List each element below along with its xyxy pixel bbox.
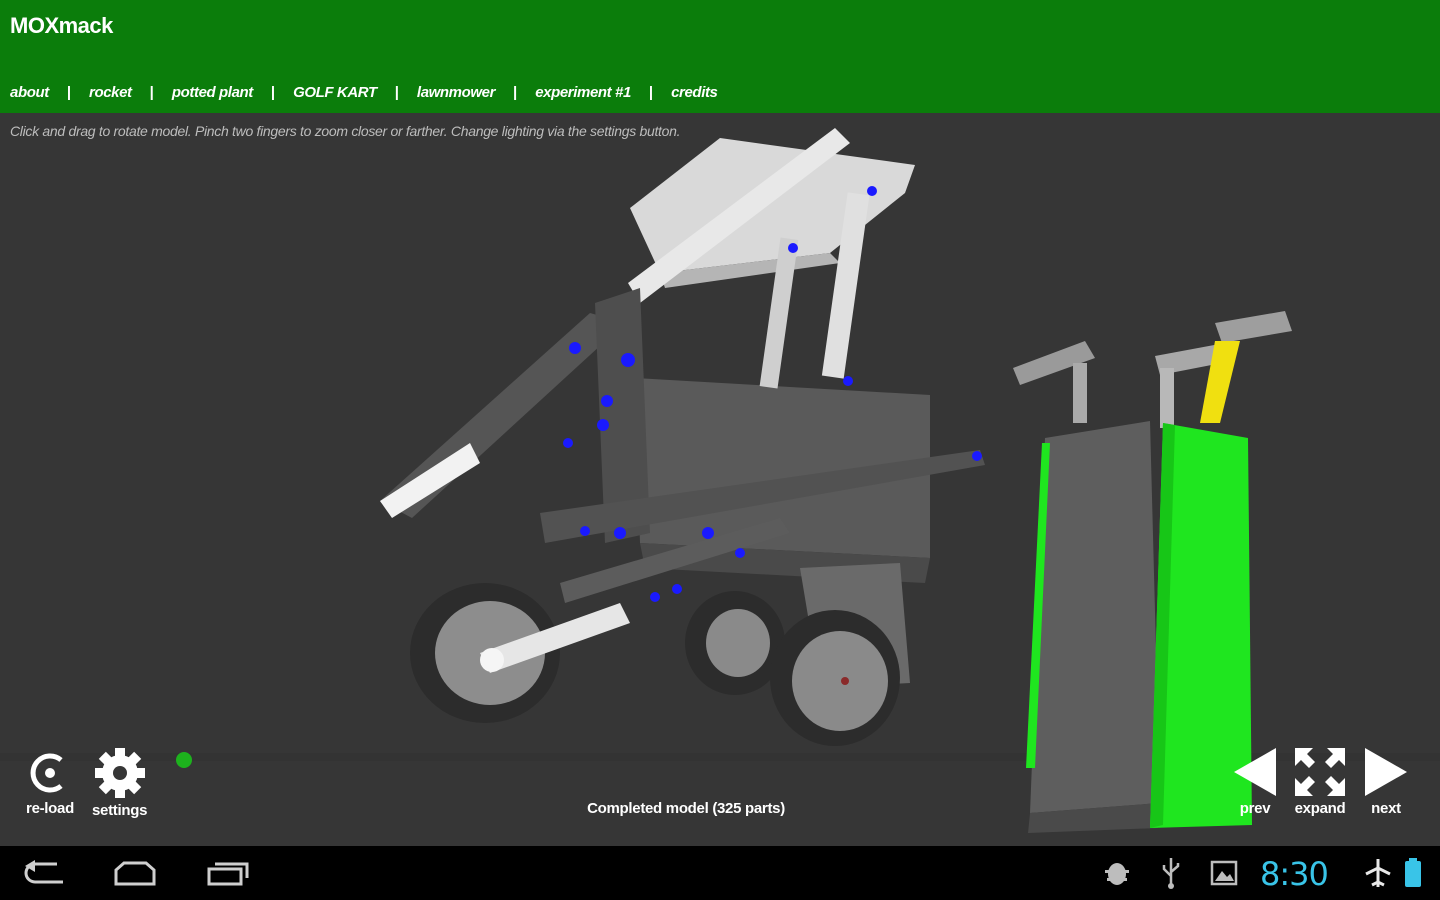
nav-credits[interactable]: credits — [671, 84, 718, 101]
home-icon — [114, 861, 156, 886]
prev-label: prev — [1239, 800, 1271, 817]
back-icon — [24, 860, 63, 884]
next-label: next — [1371, 800, 1401, 817]
gear-icon — [94, 748, 145, 798]
golf-club-shaft — [1160, 368, 1174, 428]
back-button[interactable] — [20, 846, 70, 900]
recent-apps-icon — [207, 862, 249, 886]
nav-separator: | — [270, 84, 276, 101]
battery-icon — [1405, 858, 1421, 887]
front-wheel-center — [841, 677, 849, 685]
expand-icon — [1295, 748, 1345, 796]
instructions-text: Click and drag to rotate model. Pinch tw… — [10, 123, 681, 139]
nav-separator: | — [66, 84, 72, 101]
steering-handle — [380, 443, 480, 518]
nav-separator: | — [394, 84, 399, 101]
golf-club-shaft — [1073, 363, 1087, 423]
app-header: MOXmack about | rocket | potted plant | … — [0, 0, 1440, 113]
nav-lawnmower[interactable]: lawnmower — [417, 84, 495, 101]
app-title: MOXmack — [10, 13, 113, 38]
prev-button[interactable]: prev — [1232, 746, 1278, 817]
settings-button[interactable]: settings — [92, 746, 147, 819]
android-debug-icon — [1105, 863, 1129, 885]
gallery-icon — [1210, 860, 1238, 886]
system-clock: 8:30 — [1260, 855, 1329, 893]
status-text: Completed model (325 parts) — [587, 800, 785, 817]
reload-icon — [30, 753, 63, 793]
home-button[interactable] — [110, 846, 160, 900]
airplane-mode-icon — [1365, 859, 1391, 887]
reload-button[interactable]: re-load — [25, 748, 75, 817]
prev-arrow-icon — [1234, 748, 1276, 796]
settings-label: settings — [92, 802, 148, 819]
nav-potted-plant[interactable]: potted plant — [172, 84, 253, 101]
middle-wheel-hub — [706, 609, 770, 677]
reload-label: re-load — [26, 800, 74, 817]
golf-club-head — [1215, 311, 1292, 343]
progress-indicator — [176, 752, 192, 768]
nav-about[interactable]: about — [10, 84, 49, 101]
expand-label: expand — [1294, 800, 1346, 817]
nav-rocket[interactable]: rocket — [89, 84, 132, 101]
nav-experiment-1[interactable]: experiment #1 — [535, 84, 631, 101]
golf-kart-model[interactable] — [0, 113, 1440, 846]
front-wheel-hub — [792, 631, 888, 731]
model-viewport[interactable] — [0, 113, 1440, 846]
model-nav: about | rocket | potted plant | GOLF KAR… — [10, 84, 718, 101]
expand-button[interactable]: expand — [1293, 746, 1347, 817]
nav-separator: | — [513, 84, 518, 101]
nav-golf-kart[interactable]: GOLF KART — [293, 84, 377, 101]
nav-separator: | — [149, 84, 154, 101]
usb-icon — [1162, 858, 1180, 889]
next-button[interactable]: next — [1363, 746, 1409, 817]
golf-bag-grey — [1030, 421, 1160, 813]
recent-apps-button[interactable] — [202, 846, 252, 900]
next-arrow-icon — [1365, 748, 1407, 796]
nav-separator: | — [648, 84, 654, 101]
axle-hub — [480, 648, 504, 672]
